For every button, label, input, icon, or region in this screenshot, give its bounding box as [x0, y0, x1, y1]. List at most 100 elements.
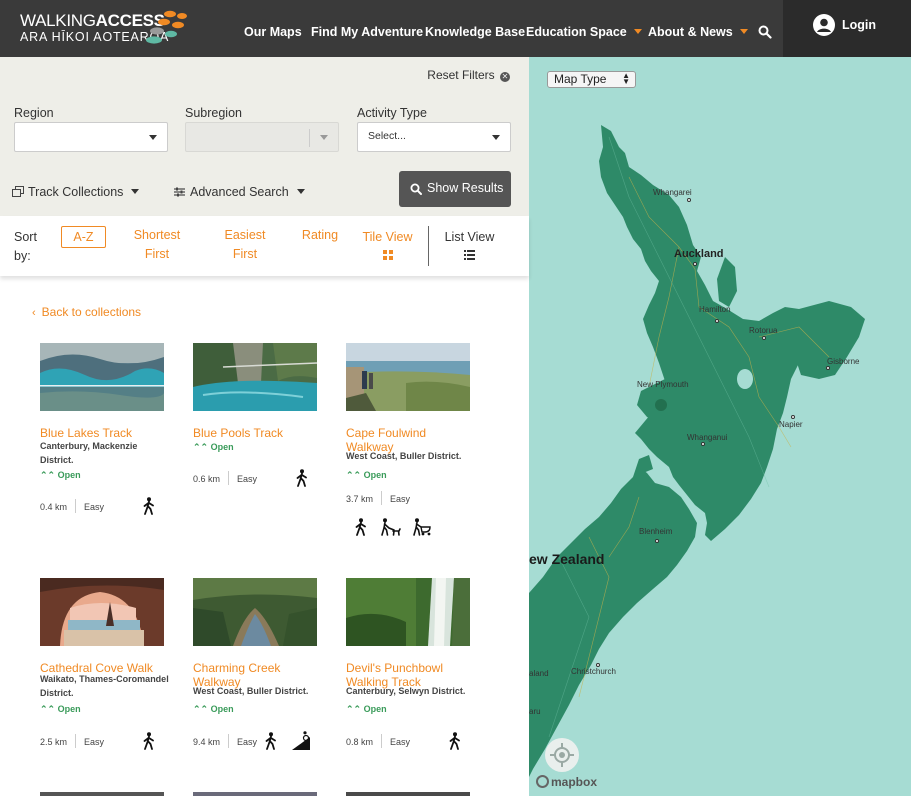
nav-education-space[interactable]: Education Space — [526, 25, 642, 39]
chevron-down-icon — [739, 29, 748, 34]
sort-easiest-first-button[interactable]: Easiest First — [218, 226, 272, 264]
map-type-label: Map Type — [554, 72, 607, 86]
track-meta: 3.7 km Easy — [346, 491, 410, 505]
open-status-icon: ⌃⌃ — [193, 442, 211, 452]
sort-by-label: Sort by: — [14, 230, 37, 263]
place-marker — [693, 262, 697, 266]
place-marker — [687, 198, 691, 202]
track-status: ⌃⌃ Open — [193, 442, 234, 452]
sort-bar: Sort by: A-Z Shortest First Easiest Firs… — [0, 216, 529, 276]
site-header: WALKINGACCESS ARA HĪKOI AOTEAROA Our Map… — [0, 0, 911, 57]
track-difficulty: Easy — [390, 494, 411, 504]
track-location: West Coast, Buller District. — [193, 686, 309, 696]
sort-rating-button[interactable]: Rating — [295, 226, 345, 245]
subregion-label: Subregion — [185, 106, 242, 120]
place-label: Gisborne — [827, 357, 860, 366]
search-icon — [410, 183, 422, 195]
place-label: Whangarei — [653, 188, 692, 197]
track-difficulty: Easy — [84, 737, 105, 747]
chevron-down-icon — [320, 135, 328, 140]
sort-a-z-button[interactable]: A-Z — [61, 226, 106, 248]
dog-walking-icon — [381, 518, 401, 536]
track-thumbnail[interactable] — [193, 578, 317, 646]
reset-filters-label: Reset Filters — [427, 68, 495, 82]
place-label: Christchurch — [571, 667, 616, 676]
subregion-select[interactable] — [185, 122, 339, 152]
locate-me-button[interactable] — [545, 738, 579, 772]
advanced-search-dropdown[interactable]: Advanced Search — [174, 185, 305, 199]
track-thumbnail[interactable] — [346, 343, 470, 411]
reset-filters-button[interactable]: Reset Filters ✕ — [427, 68, 510, 82]
track-status: ⌃⌃ Open — [40, 470, 81, 480]
user-avatar-icon — [813, 14, 835, 36]
chevron-down-icon — [149, 135, 157, 140]
track-collections-dropdown[interactable]: Track Collections — [12, 185, 140, 199]
walking-icon — [449, 732, 460, 750]
track-status: ⌃⌃ Open — [193, 704, 234, 714]
track-thumbnail[interactable] — [193, 343, 317, 411]
track-meta: 0.4 km Easy — [40, 499, 104, 513]
track-distance: 0.4 km — [40, 502, 68, 512]
track-location: Waikato, Thames-Coromandel District. — [40, 674, 169, 698]
close-circle-icon: ✕ — [500, 72, 510, 82]
back-to-collections-link[interactable]: ‹ Back to collections — [32, 305, 141, 319]
track-thumbnail[interactable] — [40, 343, 164, 411]
track-thumbnail[interactable] — [346, 792, 470, 796]
track-difficulty: Easy — [390, 737, 411, 747]
activity-type-select[interactable]: Select... — [357, 122, 511, 152]
nav-about-news[interactable]: About & News — [648, 25, 748, 39]
track-location: Canterbury, Selwyn District. — [346, 686, 466, 696]
chevron-down-icon — [131, 189, 140, 194]
login-button[interactable]: Login — [783, 0, 911, 57]
walking-icon — [355, 518, 366, 536]
collections-icon — [12, 186, 24, 197]
nav-our-maps[interactable]: Our Maps — [244, 25, 302, 39]
nav-knowledge-base[interactable]: Knowledge Base — [425, 25, 525, 39]
walking-access-logo[interactable]: WALKINGACCESS ARA HĪKOI AOTEAROA — [20, 9, 190, 49]
track-thumbnail[interactable] — [193, 792, 317, 796]
place-label: aru — [529, 707, 541, 716]
track-meta: 0.8 km Easy — [346, 734, 410, 748]
region-label: Region — [14, 106, 54, 120]
track-difficulty: Easy — [84, 502, 105, 512]
grid-icon — [382, 250, 393, 260]
open-status-icon: ⌃⌃ — [40, 704, 58, 714]
place-marker — [826, 366, 830, 370]
track-thumbnail[interactable] — [40, 792, 164, 796]
walking-icon — [143, 497, 154, 515]
activity-type-placeholder: Select... — [368, 130, 406, 142]
place-marker — [791, 415, 795, 419]
mapbox-attribution[interactable]: mapbox — [536, 775, 597, 789]
map-view[interactable]: Map Type ▲ ▼ Whangarei Auckland Hamilton … — [529, 57, 911, 796]
place-label: aland — [529, 669, 549, 678]
track-distance: 2.5 km — [40, 737, 68, 747]
tile-view-button[interactable]: Tile View — [360, 228, 415, 266]
walking-icon — [143, 732, 154, 750]
show-results-button[interactable]: Show Results — [399, 171, 511, 207]
new-zealand-landmass — [529, 125, 865, 777]
list-view-label: List View — [444, 230, 495, 244]
list-view-button[interactable]: List View — [442, 228, 497, 266]
track-thumbnail[interactable] — [40, 578, 164, 646]
open-status-icon: ⌃⌃ — [346, 704, 364, 714]
select-arrows-icon: ▲ ▼ — [622, 71, 630, 86]
track-distance: 9.4 km — [193, 737, 221, 747]
track-collections-label: Track Collections — [28, 185, 124, 199]
open-status-icon: ⌃⌃ — [346, 470, 364, 480]
track-location: Canterbury, Mackenzie District. — [40, 441, 138, 465]
track-title[interactable]: Blue Lakes Track — [40, 426, 164, 440]
track-thumbnail[interactable] — [346, 578, 470, 646]
place-label: Auckland — [674, 248, 724, 260]
track-distance: 0.8 km — [346, 737, 374, 747]
track-title[interactable]: Blue Pools Track — [193, 426, 317, 440]
mountain-biking-icon — [292, 731, 310, 750]
map-type-select[interactable]: Map Type ▲ ▼ — [547, 71, 636, 88]
nav-find-my-adventure[interactable]: Find My Adventure — [311, 25, 423, 39]
logo-mark-icon — [146, 10, 187, 44]
filter-panel: Reset Filters ✕ Region Subregion Activit… — [0, 57, 529, 216]
sort-shortest-first-button[interactable]: Shortest First — [126, 226, 188, 264]
open-status-icon: ⌃⌃ — [40, 470, 58, 480]
region-select[interactable] — [14, 122, 168, 152]
search-icon[interactable] — [758, 25, 772, 39]
track-meta: 9.4 km Easy — [193, 734, 257, 748]
